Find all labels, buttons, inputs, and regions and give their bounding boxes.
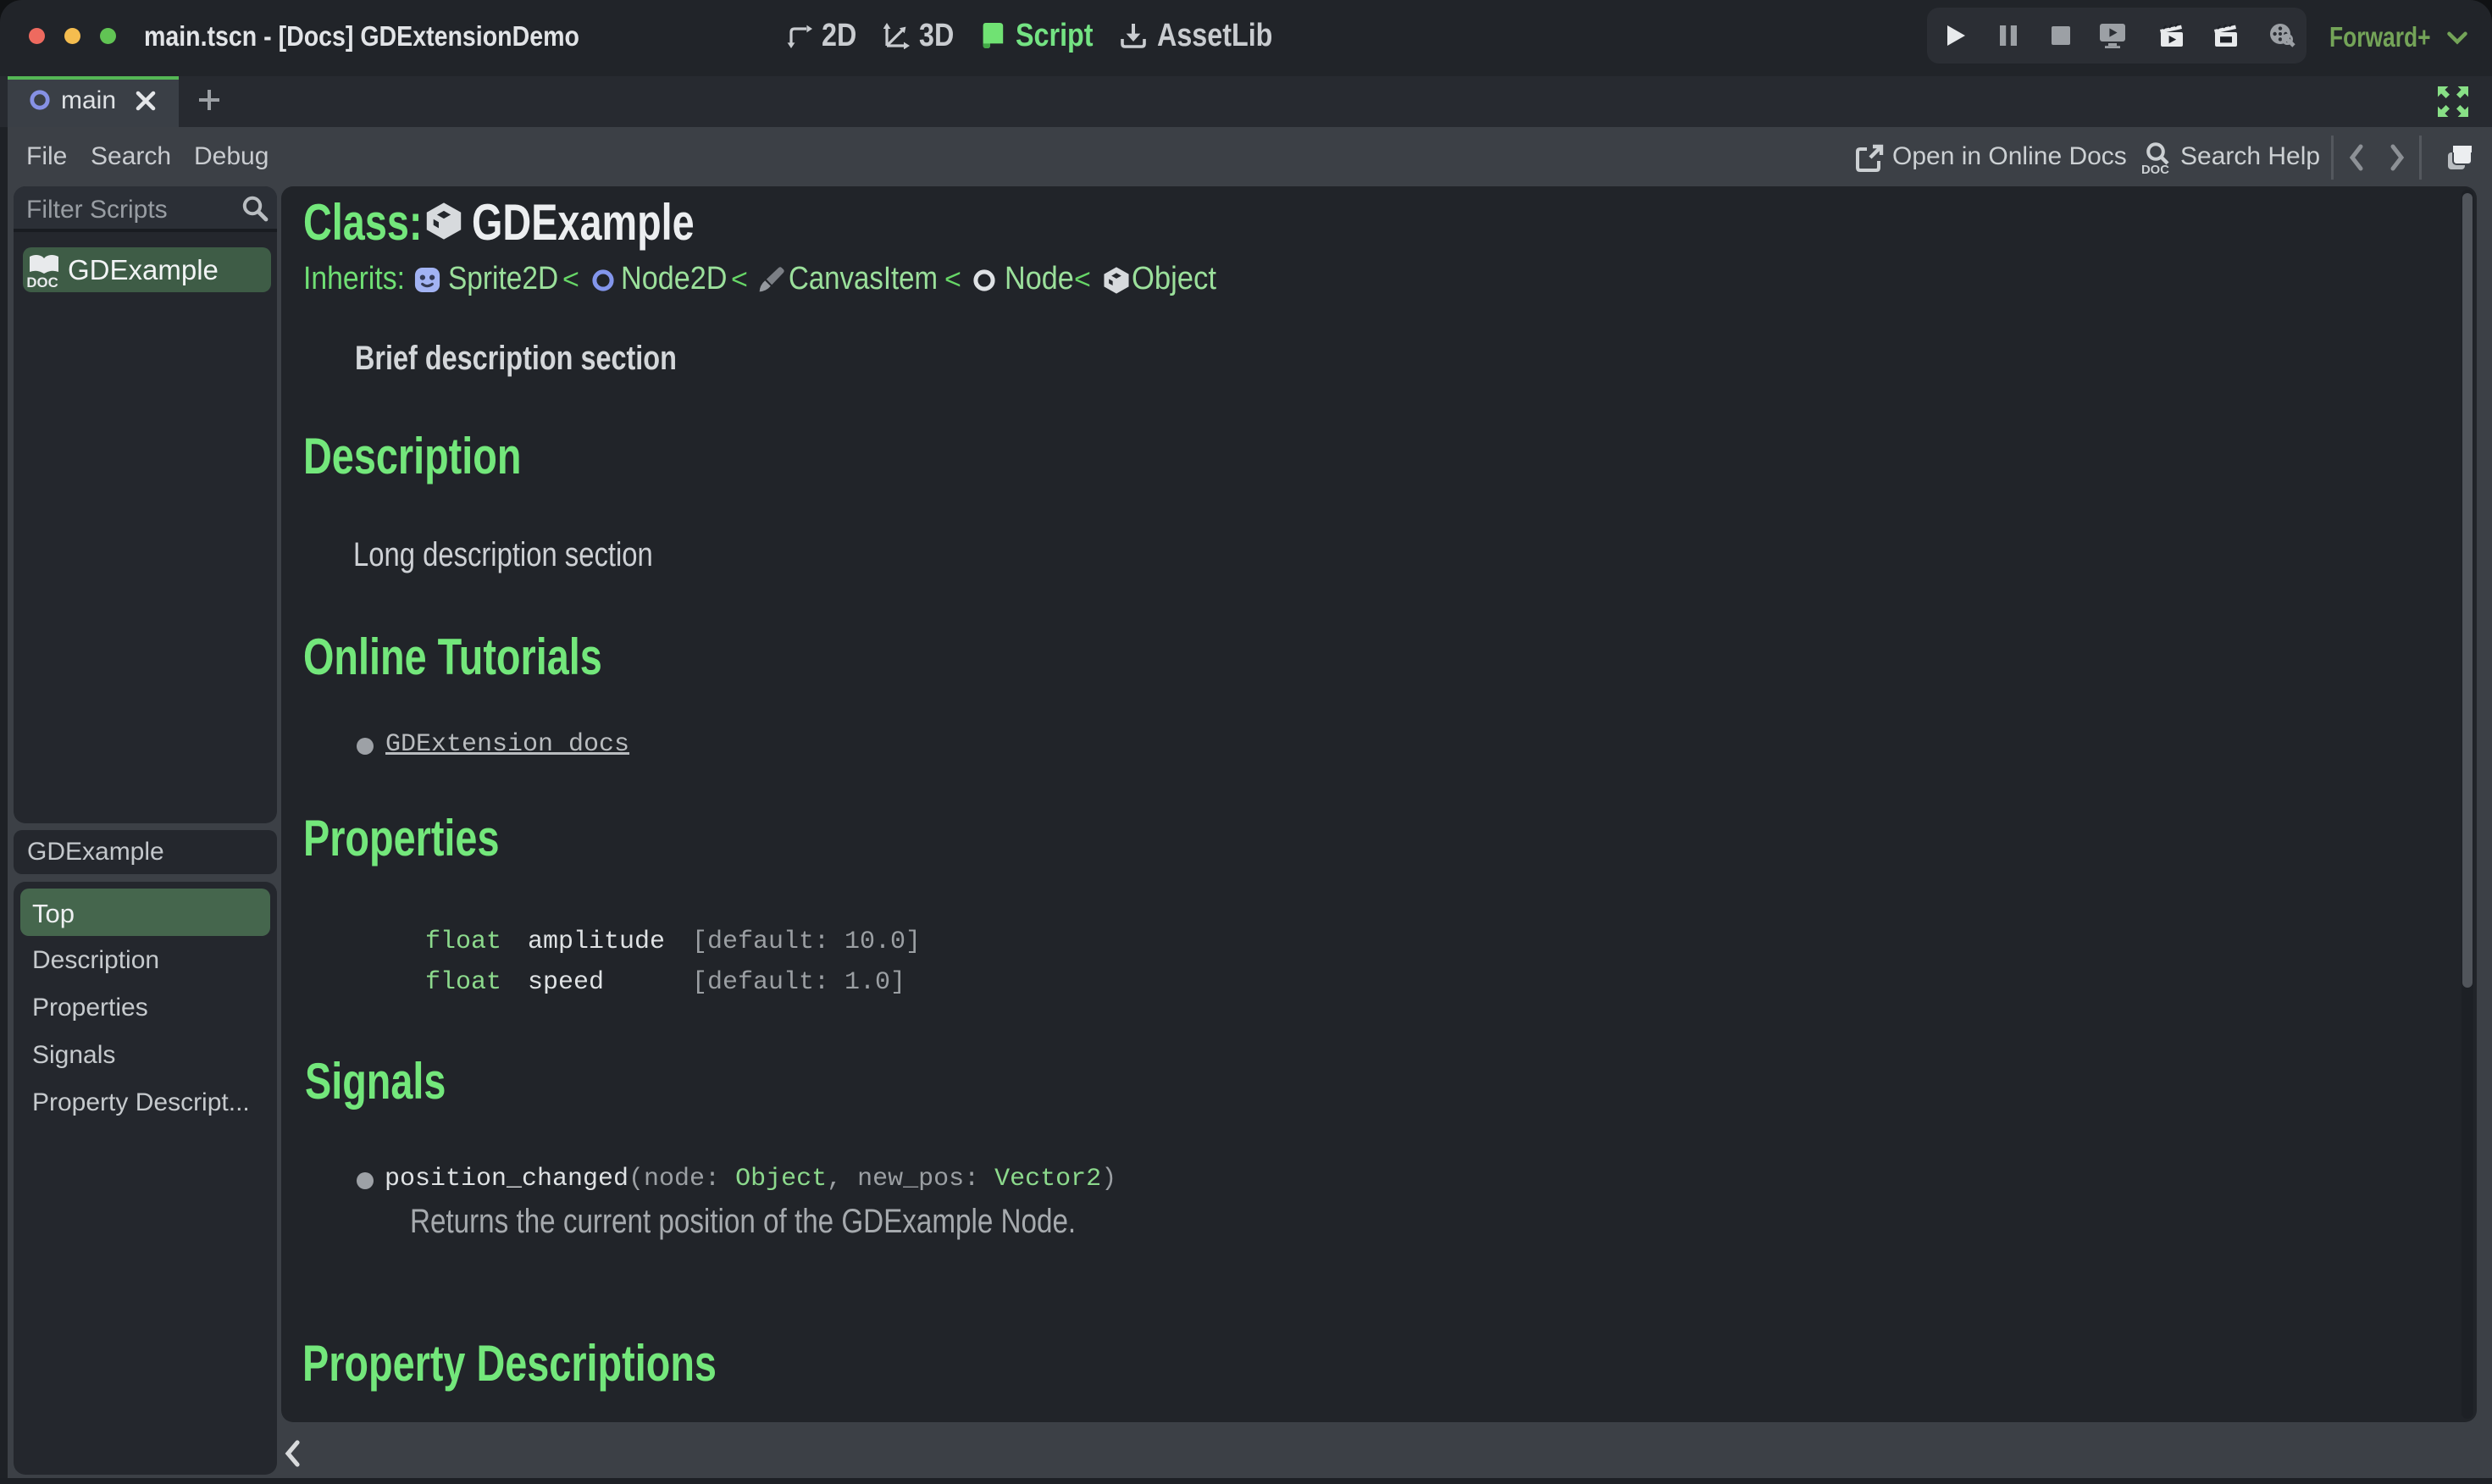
svg-text:DOC: DOC bbox=[26, 274, 58, 289]
svg-text:DOC: DOC bbox=[2141, 163, 2169, 176]
